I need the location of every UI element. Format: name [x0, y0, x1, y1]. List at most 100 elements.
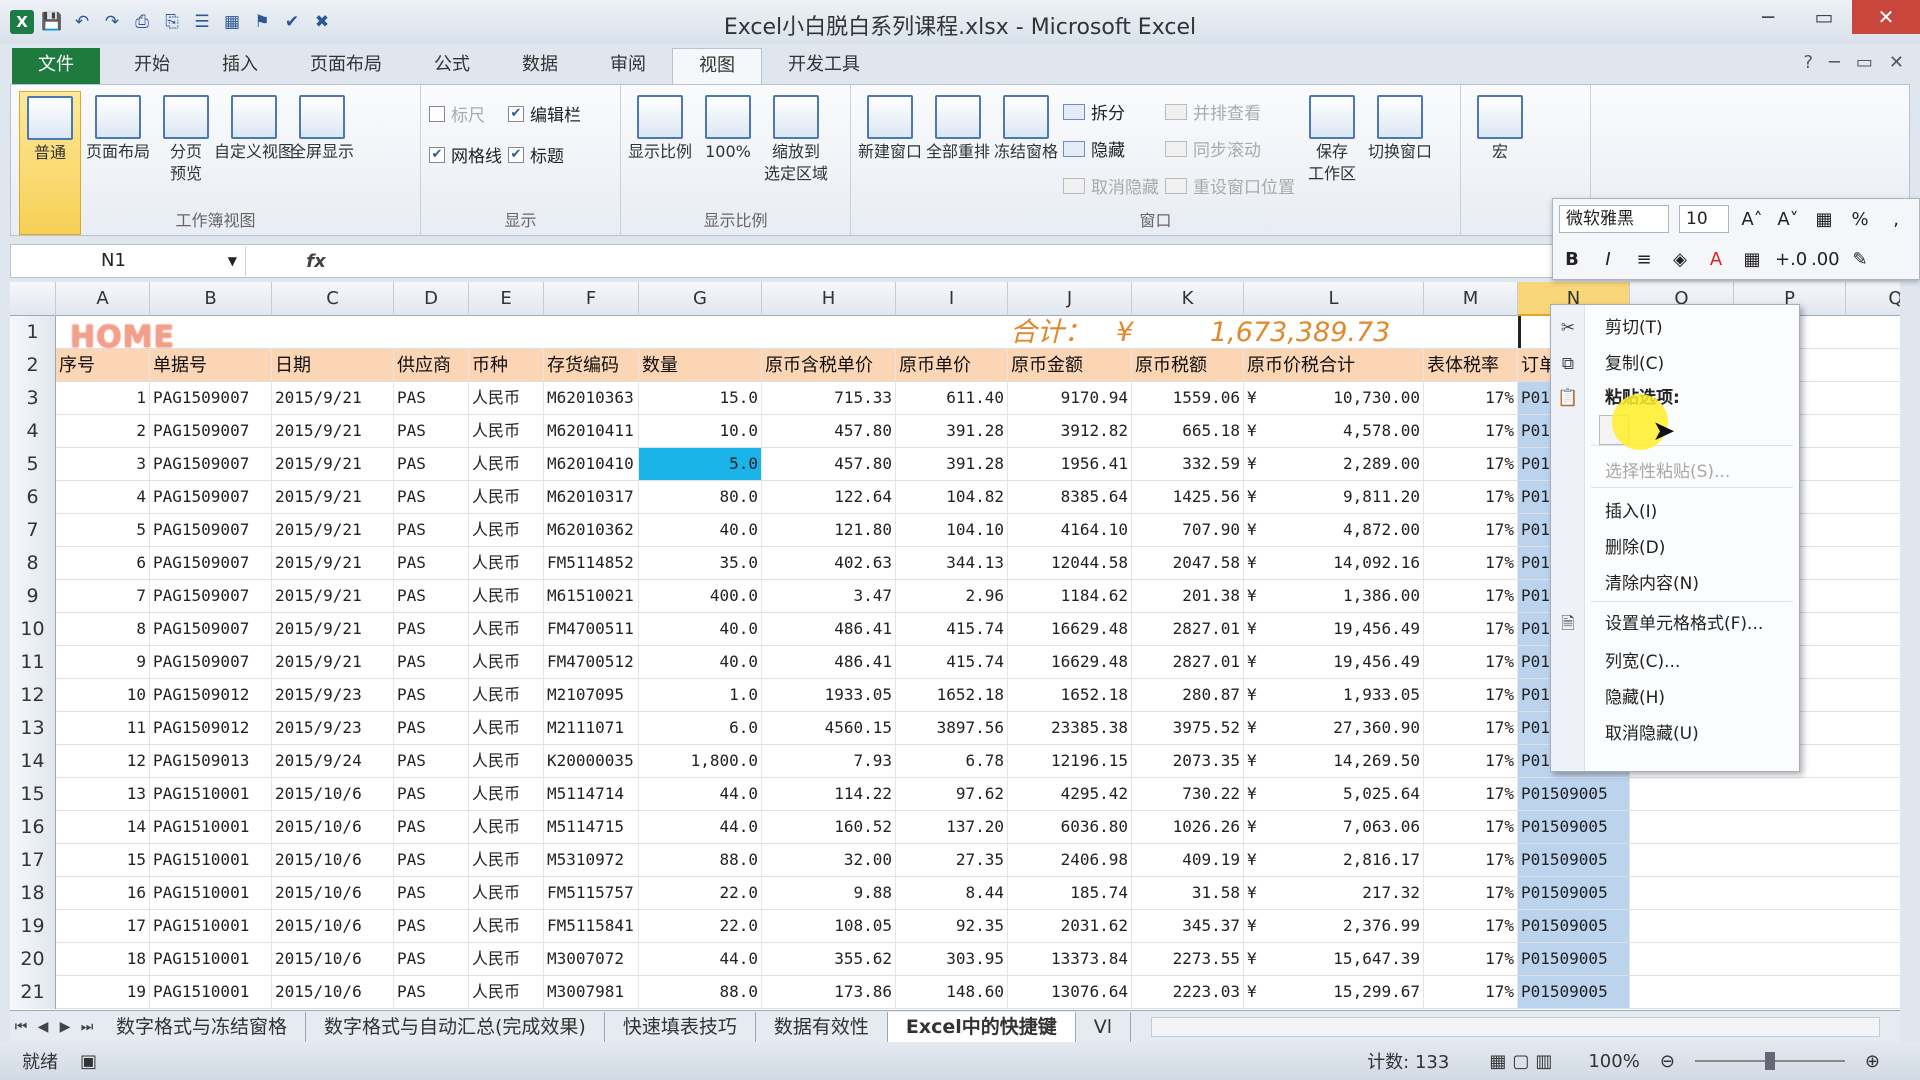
menu-hide[interactable]: 隐藏(H) — [1605, 681, 1665, 715]
table-cell[interactable]: 1,386.00 — [1274, 580, 1424, 612]
table-cell[interactable]: 4295.42 — [1008, 778, 1132, 810]
table-cell[interactable]: 人民币 — [469, 415, 544, 447]
table-cell[interactable]: 402.63 — [762, 547, 896, 579]
table-cell[interactable]: 1,933.05 — [1274, 679, 1424, 711]
table-cell[interactable]: 391.28 — [896, 448, 1008, 480]
table-cell[interactable]: M2111071 — [544, 712, 639, 744]
check-2[interactable]: ✔ 网格线 — [429, 142, 502, 167]
table-cell[interactable]: PAS — [394, 481, 469, 513]
table-cell[interactable]: 2015/10/6 — [272, 910, 394, 942]
table-cell[interactable]: PAG1509007 — [150, 646, 272, 678]
table-cell[interactable]: 3897.56 — [896, 712, 1008, 744]
header-cell-7[interactable]: 原币含税单价 — [762, 349, 896, 381]
table-cell[interactable]: 2015/10/6 — [272, 976, 394, 1008]
table-cell[interactable]: 12 — [56, 745, 150, 777]
row-header-16[interactable]: 16 — [10, 811, 56, 844]
menu-delete[interactable]: 删除(D) — [1605, 531, 1665, 565]
table-cell[interactable]: 17% — [1424, 877, 1518, 909]
table-cell[interactable]: 8 — [56, 613, 150, 645]
column-header-L[interactable]: L — [1244, 282, 1424, 316]
qat-button-7[interactable]: ⚑ — [250, 10, 274, 34]
row-header-8[interactable]: 8 — [10, 547, 56, 580]
table-cell[interactable]: M61510021 — [544, 580, 639, 612]
table-cell[interactable]: 2,289.00 — [1274, 448, 1424, 480]
table-cell[interactable]: 5 — [56, 514, 150, 546]
table-cell[interactable]: 1,800.0 — [639, 745, 762, 777]
table-cell[interactable]: 17% — [1424, 481, 1518, 513]
table-cell[interactable]: PAS — [394, 646, 469, 678]
row-header-1[interactable]: 1 — [10, 316, 56, 349]
table-cell[interactable]: PAG1509007 — [150, 481, 272, 513]
table-cell[interactable]: FM5115757 — [544, 877, 639, 909]
table-cell[interactable]: 2.96 — [896, 580, 1008, 612]
table-cell[interactable]: PAG1509007 — [150, 448, 272, 480]
table-cell[interactable]: 2015/10/6 — [272, 943, 394, 975]
column-header-Q[interactable]: Q — [1846, 282, 1900, 316]
select-all-corner[interactable] — [10, 282, 56, 316]
column-header-M[interactable]: M — [1424, 282, 1518, 316]
column-header-C[interactable]: C — [272, 282, 394, 316]
table-cell[interactable]: PAS — [394, 679, 469, 711]
table-cell[interactable]: 2,376.99 — [1274, 910, 1424, 942]
table-cell[interactable]: 104.82 — [896, 481, 1008, 513]
table-cell[interactable]: 16 — [56, 877, 150, 909]
table-cell[interactable]: 88.0 — [639, 844, 762, 876]
table-cell[interactable]: 486.41 — [762, 646, 896, 678]
table-cell[interactable]: P01509005 — [1518, 778, 1630, 810]
tab-8[interactable]: 开发工具 — [762, 48, 886, 84]
table-cell[interactable]: 1652.18 — [1008, 679, 1132, 711]
column-header-H[interactable]: H — [762, 282, 896, 316]
table-cell[interactable]: PAG1509007 — [150, 580, 272, 612]
row-header-18[interactable]: 18 — [10, 877, 56, 910]
close-workbook-icon[interactable]: ✕ — [1889, 52, 1904, 73]
table-cell[interactable]: PAG1509007 — [150, 415, 272, 447]
zoom-slider-thumb[interactable] — [1764, 1052, 1775, 1070]
last-sheet-icon[interactable]: ⏭ — [76, 1019, 98, 1035]
table-cell[interactable]: 15,299.67 — [1274, 976, 1424, 1008]
table-cell[interactable]: 11 — [56, 712, 150, 744]
table-cell[interactable]: 400.0 — [639, 580, 762, 612]
table-cell[interactable]: PAS — [394, 712, 469, 744]
table-cell[interactable]: 18 — [56, 943, 150, 975]
table-cell[interactable]: 17% — [1424, 910, 1518, 942]
table-cell[interactable]: PAG1509007 — [150, 514, 272, 546]
minimize-ribbon-icon[interactable]: ─ — [1829, 52, 1840, 73]
table-cell[interactable]: 6.0 — [639, 712, 762, 744]
table-cell[interactable]: M62010362 — [544, 514, 639, 546]
zoom-in-icon[interactable]: ⊕ — [1865, 1051, 1880, 1072]
table-cell[interactable]: 173.86 — [762, 976, 896, 1008]
mini-btn-b-2[interactable]: ≡ — [1631, 249, 1657, 270]
table-cell[interactable]: 人民币 — [469, 382, 544, 414]
qat-button-5[interactable]: ☰ — [190, 10, 214, 34]
window-small-b-1[interactable]: 同步滚动 — [1165, 136, 1295, 161]
table-cell[interactable]: PAS — [394, 976, 469, 1008]
header-cell-4[interactable]: 币种 — [469, 349, 544, 381]
table-cell[interactable]: 7,063.06 — [1274, 811, 1424, 843]
table-cell[interactable]: 2015/10/6 — [272, 811, 394, 843]
row-header-14[interactable]: 14 — [10, 745, 56, 778]
table-cell[interactable]: PAG1510001 — [150, 811, 272, 843]
table-cell[interactable]: PAG1510001 — [150, 910, 272, 942]
table-cell[interactable]: M5114714 — [544, 778, 639, 810]
table-cell[interactable]: 10,730.00 — [1274, 382, 1424, 414]
table-cell[interactable]: 2015/9/23 — [272, 712, 394, 744]
window-small-a-0[interactable]: 拆分 — [1063, 99, 1159, 124]
table-cell[interactable]: 17% — [1424, 415, 1518, 447]
table-cell[interactable]: 8.44 — [896, 877, 1008, 909]
table-cell[interactable]: 10.0 — [639, 415, 762, 447]
table-cell[interactable]: PAS — [394, 547, 469, 579]
insert-function-icon[interactable]: fx — [246, 251, 386, 272]
table-cell[interactable]: 27.35 — [896, 844, 1008, 876]
table-cell[interactable]: PAS — [394, 382, 469, 414]
row-header-11[interactable]: 11 — [10, 646, 56, 679]
window-small-a-1[interactable]: 隐藏 — [1063, 136, 1159, 161]
table-cell[interactable]: 17% — [1424, 943, 1518, 975]
maximize-button[interactable]: ▭ — [1796, 0, 1852, 34]
table-cell[interactable]: 27,360.90 — [1274, 712, 1424, 744]
window-small-b-2[interactable]: 重设窗口位置 — [1165, 173, 1295, 198]
table-cell[interactable]: M5114715 — [544, 811, 639, 843]
table-cell[interactable]: 280.87 — [1132, 679, 1244, 711]
header-cell-10[interactable]: 原币税额 — [1132, 349, 1244, 381]
table-cell[interactable]: 44.0 — [639, 811, 762, 843]
table-cell[interactable]: 17% — [1424, 976, 1518, 1008]
